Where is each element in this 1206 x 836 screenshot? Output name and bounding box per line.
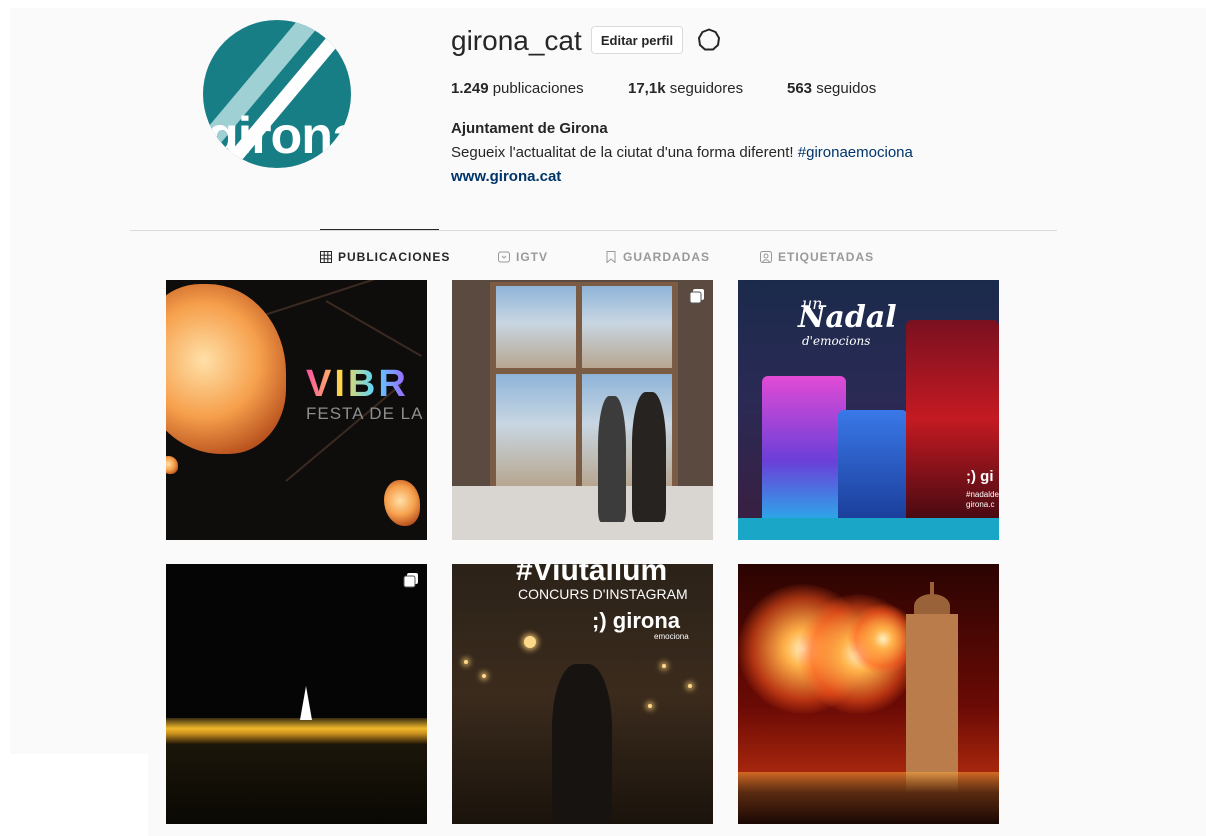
post-overlay-subtitle: CONCURS D'INSTAGRAM [518, 586, 688, 602]
posts-label: publicaciones [492, 80, 584, 97]
post-thumbnail[interactable]: un Nadal d'emocions ;) gi #nadalde girona… [738, 280, 999, 540]
street-light [524, 636, 536, 648]
tab-guardadas[interactable]: GUARDADAS [605, 249, 710, 265]
lantern-image [166, 456, 178, 474]
post-thumbnail[interactable]: VIBR FESTA DE LA LL [166, 280, 427, 540]
tab-igtv[interactable]: IGTV [498, 249, 548, 265]
lights-bridge [166, 718, 427, 744]
avatar-logo-text: girona [207, 107, 351, 165]
bookmark-icon [606, 251, 616, 263]
profile-avatar[interactable]: girona [203, 20, 351, 168]
following-label: seguidos [816, 80, 877, 97]
igtv-icon [498, 251, 510, 263]
corner-line-1: #nadalde [966, 490, 999, 499]
string-light [482, 674, 486, 678]
tab-etiquetadas[interactable]: ETIQUETADAS [760, 249, 874, 265]
post-overlay-logo-sub: emociona [654, 632, 689, 641]
tab-label: GUARDADAS [623, 250, 710, 264]
bio-text: Segueix l'actualitat de la ciutat d'una … [451, 144, 798, 161]
following-stat[interactable]: 563 seguidos [787, 80, 876, 98]
followers-count: 17,1k [628, 80, 666, 97]
post-overlay-subtitle: FESTA DE LA LL [306, 404, 427, 423]
post-overlay-subtitle: d'emocions [802, 334, 871, 348]
followers-label: seguidores [669, 80, 744, 97]
tab-label: PUBLICACIONES [338, 250, 451, 264]
illuminated-building [762, 376, 846, 518]
posts-count: 1.249 [451, 80, 489, 97]
active-tab-indicator [320, 229, 439, 230]
illuminated-building [906, 320, 999, 518]
post-corner-hashtag: #nadalde girona.c [966, 490, 999, 510]
lantern-image [384, 480, 420, 526]
post-overlay-title: #Viutallum [516, 564, 668, 587]
grid-icon [320, 251, 332, 263]
carousel-multi-icon [689, 289, 704, 304]
tree-branch [245, 280, 418, 322]
tab-publicaciones[interactable]: PUBLICACIONES [320, 249, 450, 265]
followers-stat[interactable]: 17,1k seguidores [628, 80, 743, 98]
string-light [688, 684, 692, 688]
tag-person-icon [760, 251, 772, 263]
tab-label: ETIQUETADAS [778, 250, 875, 264]
person-figure [632, 392, 666, 522]
post-footer-band [738, 518, 999, 540]
string-light [648, 704, 652, 708]
window-pane [496, 286, 576, 368]
profile-bio: Segueix l'actualitat de la ciutat d'una … [451, 144, 913, 162]
edit-profile-button[interactable]: Editar perfil [591, 26, 683, 54]
following-count: 563 [787, 80, 813, 97]
pavement [452, 486, 713, 540]
city-lights [738, 772, 999, 824]
person-figure [552, 664, 612, 824]
lantern-image [166, 284, 286, 454]
window-pane [496, 374, 576, 486]
post-overlay-logo: ;) girona [592, 608, 680, 633]
tabs-divider [130, 230, 1057, 231]
profile-website-link[interactable]: www.girona.cat [451, 168, 561, 186]
post-thumbnail[interactable] [452, 280, 713, 540]
profile-full-name: Ajuntament de Girona [451, 120, 608, 137]
river-reflection [166, 744, 427, 824]
post-thumbnail[interactable] [166, 564, 427, 824]
carousel-multi-icon [403, 573, 418, 588]
tab-label: IGTV [516, 250, 549, 264]
illuminated-building [838, 410, 908, 518]
post-corner-tag: ;) gi [966, 468, 994, 485]
post-thumbnail[interactable] [738, 564, 999, 824]
corner-line-2: girona.c [966, 500, 995, 509]
tree-branch [325, 300, 422, 357]
bio-hashtag-link[interactable]: #gironaemociona [798, 144, 913, 161]
string-light [464, 660, 468, 664]
string-light [662, 664, 666, 668]
post-overlay-title: Nadal [798, 300, 897, 335]
person-figure [598, 396, 626, 522]
christmas-tree-shape [300, 686, 312, 720]
window-pane [582, 286, 672, 368]
post-thumbnail[interactable]: #Viutallum CONCURS D'INSTAGRAM ;) girona… [452, 564, 713, 824]
post-overlay-title: VIBR [306, 363, 409, 405]
settings-gear-icon[interactable] [697, 28, 721, 52]
profile-username: girona_cat [451, 25, 582, 56]
posts-stat: 1.249 publicaciones [451, 80, 584, 98]
